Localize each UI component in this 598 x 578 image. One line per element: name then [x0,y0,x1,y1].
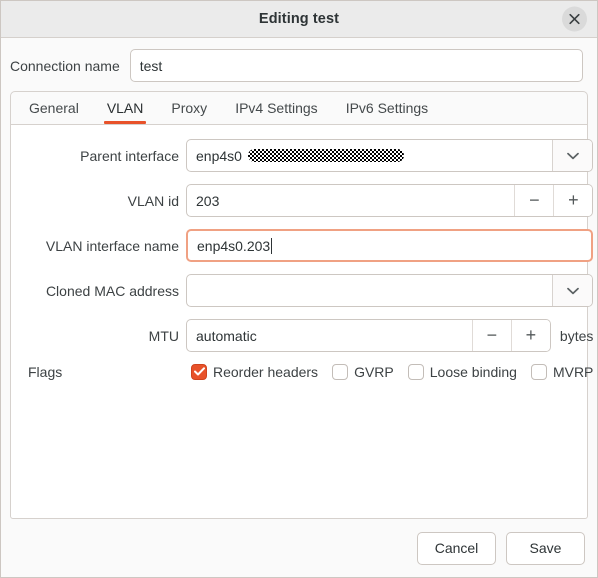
editing-connection-dialog: Editing test Connection name General VLA… [0,0,598,578]
mtu-decrement-button[interactable]: − [471,320,511,351]
checkbox-label: Loose binding [429,364,517,380]
parent-interface-combobox[interactable]: enp4s0 [186,139,594,172]
vlan-form: Parent interface enp4s0 VLAN id 203 − + … [11,139,594,380]
text-cursor [271,237,273,254]
mtu-spinbutton[interactable]: automatic − + [186,319,551,352]
save-button[interactable]: Save [506,531,585,565]
checkbox-label: Reorder headers [213,364,319,380]
parent-interface-row: enp4s0 [186,139,594,172]
vlan-id-row: 203 − + [186,184,594,217]
dialog-action-bar: Cancel Save [1,519,597,577]
connection-name-input[interactable] [129,49,583,82]
checkbox-label: MVRP [552,364,594,380]
close-button[interactable] [562,6,587,32]
vlan-id-value[interactable]: 203 [187,193,514,209]
checkbox-loose-binding[interactable]: Loose binding [407,364,517,380]
parent-interface-dropdown-button[interactable] [552,140,593,171]
mtu-increment-button[interactable]: + [510,320,550,351]
tab-bar: General VLAN Proxy IPv4 Settings IPv6 Se… [10,91,588,124]
checkbox-reorder-headers[interactable]: Reorder headers [191,364,318,380]
vlan-interface-name-value-wrap: enp4s0.203 [188,237,591,254]
flags-checkbox-group: Reorder headers GVRP Loose binding MVRP [186,364,593,380]
titlebar: Editing test [1,1,597,38]
checkbox-indicator[interactable] [530,364,547,380]
vlan-id-label: VLAN id [127,192,179,209]
mtu-units-label: bytes [559,327,594,344]
window-title: Editing test [258,11,340,27]
cancel-button[interactable]: Cancel [417,531,496,565]
settings-notebook: General VLAN Proxy IPv4 Settings IPv6 Se… [10,91,594,519]
mtu-label: MTU [148,327,179,344]
redacted-text-block [247,149,404,162]
cloned-mac-address-label: Cloned MAC address [45,282,179,299]
checkbox-indicator[interactable] [191,364,207,380]
cloned-mac-address-dropdown-button[interactable] [552,275,593,306]
tab-vlan[interactable]: VLAN [93,92,158,124]
parent-interface-value: enp4s0 [196,147,242,164]
vlan-id-increment-button[interactable]: + [553,185,593,216]
cloned-mac-address-combobox[interactable] [186,274,594,307]
tab-proxy[interactable]: Proxy [157,92,221,124]
mtu-value[interactable]: automatic [187,328,472,344]
cloned-mac-address-row [186,274,594,307]
connection-name-label: Connection name [10,57,120,74]
chevron-down-icon [567,282,579,300]
vlan-interface-name-label: VLAN interface name [45,237,179,254]
vlan-id-spinbutton[interactable]: 203 − + [186,184,594,217]
checkbox-label: GVRP [354,364,394,380]
checkbox-gvrp[interactable]: GVRP [332,364,394,380]
vlan-tab-panel: Parent interface enp4s0 VLAN id 203 − + … [10,124,594,519]
vlan-interface-name-value: enp4s0.203 [197,237,271,254]
mtu-row: automatic − + bytes [186,319,593,352]
check-icon [193,363,205,381]
vlan-interface-name-input[interactable]: enp4s0.203 [186,229,594,262]
parent-interface-label: Parent interface [80,147,179,164]
flags-label: Flags [28,364,63,380]
vlan-id-decrement-button[interactable]: − [514,185,554,216]
tab-ipv4-settings[interactable]: IPv4 Settings [221,92,332,124]
connection-name-row: Connection name [1,38,597,91]
checkbox-indicator[interactable] [332,364,349,380]
vlan-interface-name-row: enp4s0.203 [186,229,594,262]
tab-ipv6-settings[interactable]: IPv6 Settings [332,92,443,124]
parent-interface-value-wrap: enp4s0 [187,148,552,164]
checkbox-mvrp[interactable]: MVRP [530,364,594,380]
chevron-down-icon [567,147,579,165]
tab-general[interactable]: General [15,92,93,124]
checkbox-indicator[interactable] [407,364,424,380]
close-icon [569,13,580,25]
flags-row: Reorder headers GVRP Loose binding MVRP [186,364,593,380]
